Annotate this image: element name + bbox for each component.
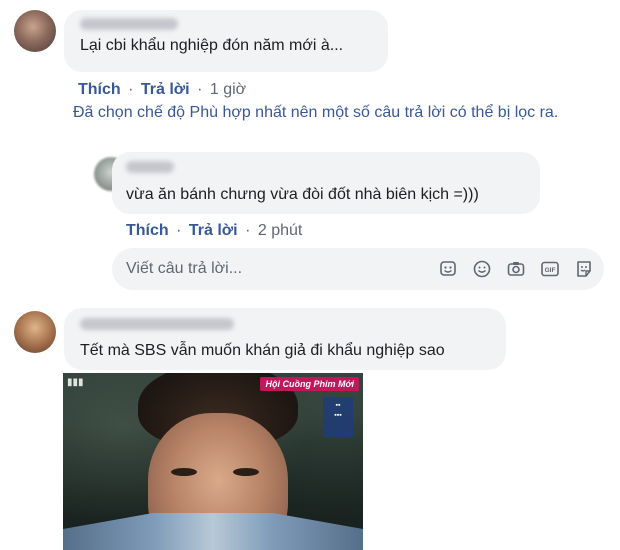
separator-dot: · xyxy=(123,81,138,98)
like-link[interactable]: Thích xyxy=(126,222,169,239)
author-name-blurred[interactable] xyxy=(80,318,234,330)
timestamp[interactable]: 2 phút xyxy=(258,222,302,239)
emoji-icon[interactable] xyxy=(472,259,492,279)
author-name-blurred[interactable] xyxy=(126,161,174,173)
reply-input[interactable]: Viết câu trả lời... GIF xyxy=(112,248,604,290)
separator-dot: · xyxy=(240,222,255,239)
separator-dot: · xyxy=(171,222,186,239)
watermark-banner: Hội Cuồng Phim Mới xyxy=(260,377,359,391)
svg-text:GIF: GIF xyxy=(545,267,556,274)
channel-tag: ▪▪ ▪▪▪ xyxy=(323,397,353,437)
comment-text: Lại cbi khẩu nghiệp đón năm mới à... xyxy=(80,37,344,54)
filter-notice-link[interactable]: Đã chọn chế độ Phù hợp nhất nên một số c… xyxy=(73,102,613,124)
like-link[interactable]: Thích xyxy=(78,81,121,98)
avatar[interactable] xyxy=(14,10,56,52)
separator-dot: · xyxy=(192,81,207,98)
reply-link[interactable]: Trả lời xyxy=(141,81,190,98)
comment-attached-image[interactable]: ▮▮▮ Hội Cuồng Phim Mới ▪▪ ▪▪▪ xyxy=(63,373,363,550)
reply-link[interactable]: Trả lời xyxy=(189,222,238,239)
camera-icon[interactable] xyxy=(506,259,526,279)
broadcaster-logo: ▮▮▮ xyxy=(67,377,84,388)
image-eye xyxy=(171,468,197,476)
sticker-face-icon[interactable] xyxy=(574,259,594,279)
image-eye xyxy=(233,468,259,476)
comment-text: Tết mà SBS vẫn muốn khán giả đi khẩu ngh… xyxy=(80,342,445,359)
author-name-blurred[interactable] xyxy=(80,18,178,30)
comment-text: vừa ăn bánh chưng vừa đòi đốt nhà biên k… xyxy=(126,186,479,203)
reply-placeholder: Viết câu trả lời... xyxy=(126,260,243,277)
gif-icon[interactable]: GIF xyxy=(540,259,560,279)
comment-actions: Thích · Trả lời · 1 giờ xyxy=(78,80,246,100)
sticker-icon[interactable] xyxy=(438,259,458,279)
timestamp[interactable]: 1 giờ xyxy=(210,81,246,98)
avatar[interactable] xyxy=(14,311,56,353)
reply-icon-bar: GIF xyxy=(438,259,594,279)
comment-actions: Thích · Trả lời · 2 phút xyxy=(126,221,302,241)
